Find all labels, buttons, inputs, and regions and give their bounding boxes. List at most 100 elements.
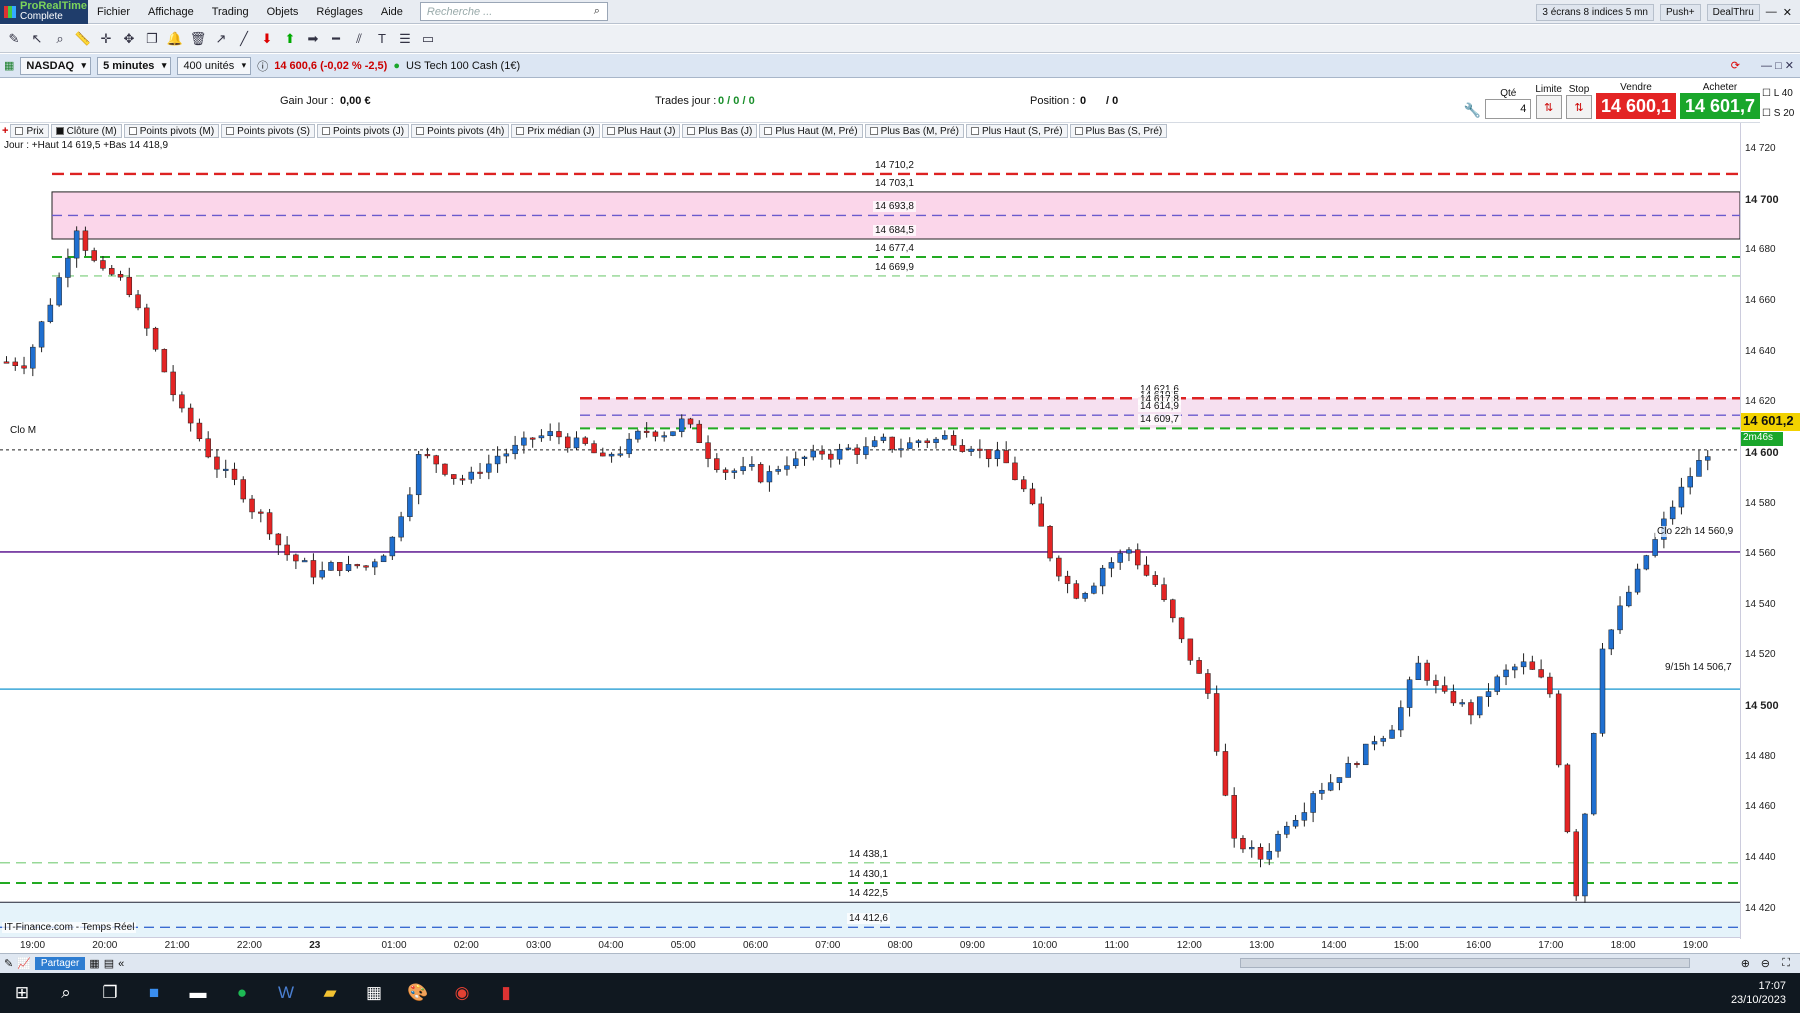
- buy-button[interactable]: 14 601,7: [1680, 93, 1760, 119]
- s-pts[interactable]: 20: [1783, 108, 1794, 119]
- menu-aide[interactable]: Aide: [372, 6, 412, 18]
- indicator-toggle[interactable]: Plus Haut (J): [601, 124, 681, 138]
- menu-fichier[interactable]: Fichier: [88, 6, 139, 18]
- hline-icon[interactable]: ━: [326, 29, 346, 49]
- limit-button[interactable]: ⇅: [1535, 95, 1562, 119]
- zoom-in-icon[interactable]: ⊕: [1741, 957, 1750, 970]
- indicator-checkbox[interactable]: [1074, 127, 1083, 135]
- pencil-icon[interactable]: ✎: [4, 29, 24, 49]
- dealthru-button[interactable]: DealThru: [1706, 3, 1760, 21]
- indicator-checkbox[interactable]: [970, 127, 979, 135]
- cursor-icon[interactable]: ↖: [27, 29, 47, 49]
- minimize-icon[interactable]: —: [1766, 6, 1777, 18]
- bell-icon[interactable]: 🔔: [165, 29, 185, 49]
- search-icon[interactable]: ⌕: [587, 5, 607, 18]
- paint-icon[interactable]: 🎨: [396, 973, 440, 1013]
- l-pts[interactable]: 40: [1782, 88, 1793, 99]
- copy-icon[interactable]: ❐: [142, 29, 162, 49]
- indicator-checkbox[interactable]: [321, 127, 330, 135]
- menu-reglages[interactable]: Réglages: [307, 6, 371, 18]
- right-arrow-icon[interactable]: ➡: [303, 29, 323, 49]
- indicator-toggle[interactable]: Points pivots (M): [123, 124, 220, 138]
- menu-affichage[interactable]: Affichage: [139, 6, 203, 18]
- layout-icon[interactable]: ▦: [89, 957, 99, 970]
- channel-icon[interactable]: ⫽: [349, 29, 369, 49]
- time-axis[interactable]: 19:00 20:00 21:00 22:00 23 01:00 02:00 03:00 04:…: [0, 937, 1740, 953]
- push-button[interactable]: Push+: [1660, 3, 1701, 21]
- scroll-left-icon[interactable]: «: [118, 958, 124, 970]
- indicator-checkbox[interactable]: [226, 127, 235, 135]
- market-select[interactable]: NASDAQ: [20, 56, 92, 75]
- share-button[interactable]: Partager: [34, 957, 86, 970]
- explorer-icon[interactable]: ▰: [308, 973, 352, 1013]
- windows-start-icon[interactable]: ⊞: [0, 973, 44, 1013]
- folder-icon[interactable]: ▬: [176, 973, 220, 1013]
- store-icon[interactable]: ■: [132, 973, 176, 1013]
- zoom-out-icon[interactable]: ⊖: [1761, 957, 1770, 970]
- indicator-checkbox[interactable]: [416, 127, 425, 135]
- menu-objets[interactable]: Objets: [258, 6, 308, 18]
- timeframe-select[interactable]: 5 minutes: [97, 56, 172, 75]
- info-icon[interactable]: ⓘ: [257, 58, 268, 74]
- crosshair-icon[interactable]: ✛: [96, 29, 116, 49]
- units-select[interactable]: 400 unités: [177, 56, 252, 75]
- chrome-icon[interactable]: ◉: [440, 973, 484, 1013]
- text-icon[interactable]: T: [372, 29, 392, 49]
- move-icon[interactable]: ✥: [119, 29, 139, 49]
- settings-icon[interactable]: 🔧: [1464, 102, 1481, 119]
- indicator-toggle[interactable]: Points pivots (J): [316, 124, 410, 138]
- word-icon[interactable]: W: [264, 973, 308, 1013]
- indicator-toggle[interactable]: Points pivots (4h): [411, 124, 510, 138]
- chart-type-icon[interactable]: ▦: [4, 59, 14, 72]
- arrow-icon[interactable]: ↗: [211, 29, 231, 49]
- indicator-checkbox[interactable]: [764, 127, 773, 135]
- indicator-toggle[interactable]: Prix: [10, 124, 49, 138]
- table-icon[interactable]: ▤: [104, 957, 114, 970]
- add-indicator-icon[interactable]: +: [2, 125, 8, 137]
- task-view-icon[interactable]: ❐: [88, 973, 132, 1013]
- ruler-icon[interactable]: 📏: [73, 29, 93, 49]
- down-arrow-icon[interactable]: ⬇: [257, 29, 277, 49]
- calculator-icon[interactable]: ▦: [352, 973, 396, 1013]
- indicator-toggle[interactable]: Points pivots (S): [221, 124, 315, 138]
- up-arrow-icon[interactable]: ⬆: [280, 29, 300, 49]
- window-controls[interactable]: — □ ✕: [1761, 59, 1794, 72]
- indicator-toggle[interactable]: Plus Bas (M, Pré): [864, 124, 964, 138]
- search-input[interactable]: Recherche ... ⌕: [419, 2, 608, 21]
- indicator-toggle[interactable]: Prix médian (J): [511, 124, 600, 138]
- pen-icon[interactable]: ✎: [4, 957, 13, 970]
- indicator-toggle[interactable]: Plus Haut (M, Pré): [759, 124, 863, 138]
- screens-button[interactable]: 3 écrans 8 indices 5 mn: [1536, 3, 1654, 21]
- line-icon[interactable]: ╱: [234, 29, 254, 49]
- trash-icon[interactable]: 🗑: [188, 29, 208, 49]
- zoom-icon[interactable]: ⌕: [50, 29, 70, 49]
- indicator-checkbox[interactable]: [15, 127, 24, 135]
- indicator-checkbox[interactable]: [516, 127, 525, 135]
- indicator-checkbox[interactable]: [606, 127, 615, 135]
- indicator-checkbox[interactable]: [55, 127, 64, 135]
- s-checkbox[interactable]: ☐: [1762, 108, 1771, 119]
- indicator-toggle[interactable]: Clôture (M): [50, 124, 122, 138]
- chart-style-icon[interactable]: 📈: [17, 957, 31, 970]
- refresh-icon[interactable]: ⟳: [1731, 59, 1740, 72]
- fit-icon[interactable]: ⛶: [1782, 957, 1790, 970]
- l-checkbox[interactable]: ☐: [1762, 88, 1771, 99]
- fibonacci-icon[interactable]: ☰: [395, 29, 415, 49]
- scrollbar[interactable]: [1240, 958, 1690, 968]
- rectangle-icon[interactable]: ▭: [418, 29, 438, 49]
- prorealtime-icon[interactable]: ▮: [484, 973, 528, 1013]
- sell-button[interactable]: 14 600,1: [1596, 93, 1676, 119]
- stop-button[interactable]: ⇅: [1566, 95, 1592, 119]
- close-icon[interactable]: ✕: [1783, 6, 1792, 19]
- indicator-toggle[interactable]: Plus Bas (J): [682, 124, 758, 138]
- search-taskbar-icon[interactable]: ⌕: [44, 973, 88, 1013]
- indicator-toggle[interactable]: Plus Haut (S, Pré): [965, 124, 1068, 138]
- price-axis[interactable]: 14 601,2 2m46s 14 720 14 700 14 680 14 660 1…: [1740, 123, 1800, 939]
- indicator-checkbox[interactable]: [128, 127, 137, 135]
- menu-trading[interactable]: Trading: [203, 6, 258, 18]
- spotify-icon[interactable]: ●: [220, 973, 264, 1013]
- qty-input[interactable]: 4: [1485, 99, 1532, 119]
- indicator-checkbox[interactable]: [869, 127, 878, 135]
- indicator-checkbox[interactable]: [687, 127, 696, 135]
- indicator-toggle[interactable]: Plus Bas (S, Pré): [1069, 124, 1168, 138]
